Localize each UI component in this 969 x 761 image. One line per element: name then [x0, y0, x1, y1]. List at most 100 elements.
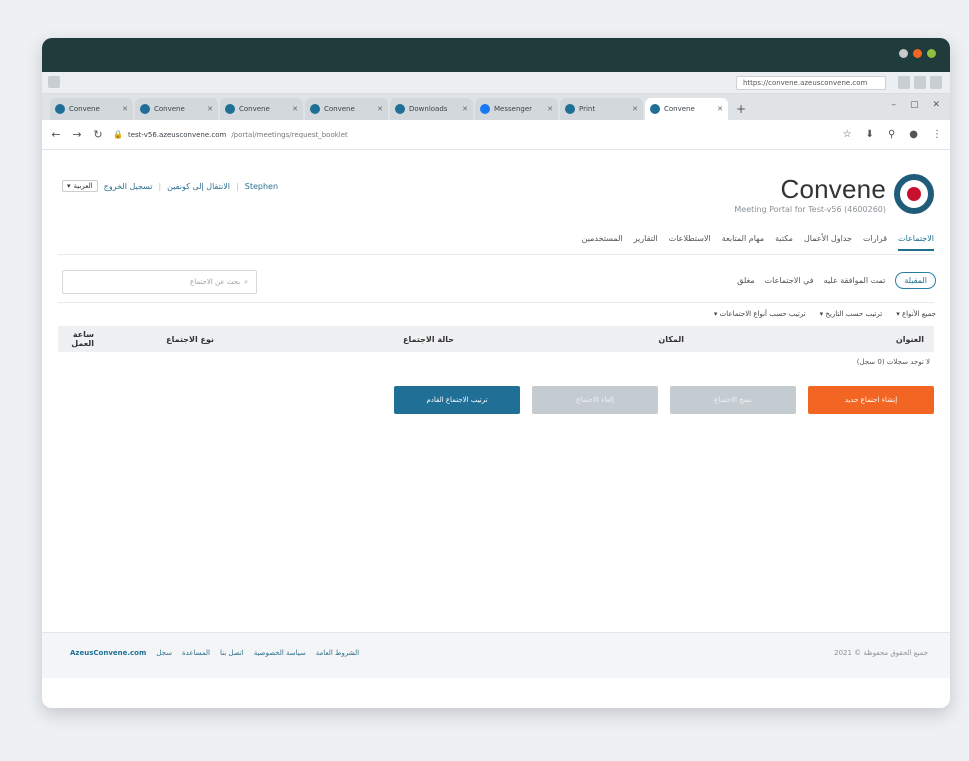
- bookmark-icon[interactable]: ☆: [843, 129, 852, 140]
- nav-item[interactable]: جداول الأعمال: [804, 234, 852, 251]
- browser-tab[interactable]: Convene ✕: [305, 98, 388, 120]
- back-icon[interactable]: ←: [50, 128, 62, 141]
- column-location[interactable]: المكان: [454, 335, 684, 344]
- lock-icon: 🔒: [113, 130, 123, 139]
- filter-sort-type[interactable]: ترتيب حسب أنواع الاجتماعات ▾: [714, 310, 806, 318]
- switch-link[interactable]: الانتقال إلى كونفين: [167, 182, 230, 191]
- download-icon: [395, 104, 405, 114]
- copy-meeting-button[interactable]: نسخ الاجتماع: [670, 386, 796, 414]
- nav-item[interactable]: المستخدمين: [582, 234, 623, 251]
- browser-tab[interactable]: Print ✕: [560, 98, 643, 120]
- filter-sort-date[interactable]: ترتيب حسب التاريخ ▾: [820, 310, 883, 318]
- profile-icon[interactable]: ●: [909, 129, 918, 140]
- divider: [58, 254, 934, 255]
- tab-approved[interactable]: تمت الموافقة عليه: [824, 276, 886, 285]
- os-button[interactable]: [898, 76, 910, 89]
- cancel-meeting-button[interactable]: إلغاء الاجتماع: [532, 386, 658, 414]
- filters: جميع الأنواع ▾ ترتيب حسب التاريخ ▾ ترتيب…: [714, 310, 936, 318]
- tab-closed[interactable]: مغلق: [737, 276, 754, 285]
- nav-item[interactable]: التقارير: [634, 234, 658, 251]
- nav-item[interactable]: مهام المتابعة: [722, 234, 764, 251]
- page-content: Stephen | الانتقال إلى كونفين | تسجيل ال…: [42, 150, 950, 678]
- tab-in-meetings[interactable]: في الاجتماعات: [765, 276, 814, 285]
- user-link[interactable]: Stephen: [245, 182, 278, 191]
- browser-tab[interactable]: Downloads ✕: [390, 98, 473, 120]
- language-value: العربية: [73, 182, 93, 190]
- footer-link[interactable]: اتصل بنا: [220, 649, 244, 657]
- nav-item-meetings[interactable]: الاجتماعات: [898, 234, 934, 251]
- tab-title: Convene: [239, 105, 270, 113]
- divider: [58, 302, 934, 303]
- column-status[interactable]: حالة الاجتماع: [214, 335, 454, 344]
- tab-title: Downloads: [409, 105, 448, 113]
- favicon-icon: [140, 104, 150, 114]
- url-field[interactable]: 🔒 test-v56.azeusconvene.com/portal/meeti…: [113, 125, 834, 145]
- filter-label: ترتيب حسب أنواع الاجتماعات: [719, 310, 806, 318]
- os-button[interactable]: [914, 76, 926, 89]
- footer-link[interactable]: المساعدة: [182, 649, 210, 657]
- sub-tabs: المقبلة تمت الموافقة عليه في الاجتماعات …: [737, 272, 936, 289]
- nav-item[interactable]: قرارات: [863, 234, 887, 251]
- close-icon[interactable]: ✕: [632, 105, 638, 113]
- new-tab-icon[interactable]: +: [736, 102, 746, 116]
- window-titlebar: [42, 38, 950, 72]
- close-icon[interactable]: ✕: [377, 105, 383, 113]
- os-button[interactable]: [930, 76, 942, 89]
- favicon-icon: [650, 104, 660, 114]
- window-control-dot[interactable]: [927, 49, 936, 58]
- column-title[interactable]: العنوان: [684, 335, 924, 344]
- close-window-icon[interactable]: ✕: [932, 100, 940, 110]
- browser-tab[interactable]: Messenger ✕: [475, 98, 558, 120]
- column-type[interactable]: نوع الاجتماع: [94, 335, 214, 344]
- browser-tab-active[interactable]: Convene ✕: [645, 98, 728, 120]
- os-bar: https://convene.azeusconvene.com: [42, 72, 950, 94]
- window-controls: [899, 49, 936, 58]
- tab-title: Convene: [664, 105, 695, 113]
- window-control-dot[interactable]: [899, 49, 908, 58]
- browser-tab[interactable]: Convene ✕: [135, 98, 218, 120]
- filter-label: ترتيب حسب التاريخ: [825, 310, 883, 318]
- menu-icon[interactable]: ⋮: [932, 129, 942, 140]
- footer-link[interactable]: سياسة الخصوصية: [254, 649, 306, 657]
- close-icon[interactable]: ✕: [292, 105, 298, 113]
- footer-link[interactable]: سجل: [156, 649, 172, 657]
- favicon-icon: [310, 104, 320, 114]
- arrange-meeting-button[interactable]: ترتيب الاجتماع القادم: [394, 386, 520, 414]
- tab-title: Messenger: [494, 105, 533, 113]
- favicon-icon: [225, 104, 235, 114]
- extension-icon[interactable]: ⬇: [866, 129, 874, 140]
- action-buttons: إنشاء اجتماع جديد نسخ الاجتماع إلغاء الا…: [394, 386, 934, 414]
- maximize-icon[interactable]: ▢: [910, 100, 919, 110]
- tab-upcoming[interactable]: المقبلة: [895, 272, 936, 289]
- nav-item[interactable]: مكتبة: [775, 234, 793, 251]
- forward-icon[interactable]: →: [71, 128, 83, 141]
- filter-icon[interactable]: ⚲: [888, 129, 895, 140]
- print-icon: [565, 104, 575, 114]
- logout-link[interactable]: تسجيل الخروج: [104, 182, 153, 191]
- reload-icon[interactable]: ↻: [92, 128, 104, 141]
- footer-copyright: جميع الحقوق محفوظة © 2021: [834, 649, 928, 657]
- browser-tab[interactable]: Convene ✕: [50, 98, 133, 120]
- window-control-dot[interactable]: [913, 49, 922, 58]
- close-icon[interactable]: ✕: [717, 105, 723, 113]
- minimize-icon[interactable]: –: [891, 100, 896, 110]
- footer-brand-link[interactable]: AzeusConvene.com: [70, 649, 146, 657]
- filter-label: جميع الأنواع: [901, 310, 936, 318]
- search-input[interactable]: بحث عن الاجتماع ⌕: [62, 270, 257, 294]
- close-icon[interactable]: ✕: [547, 105, 553, 113]
- close-icon[interactable]: ✕: [122, 105, 128, 113]
- browser-tab[interactable]: Convene ✕: [220, 98, 303, 120]
- footer: الشروط العامة سياسة الخصوصية اتصل بنا ال…: [42, 632, 950, 678]
- filter-type[interactable]: جميع الأنواع ▾: [896, 310, 936, 318]
- os-url-field[interactable]: https://convene.azeusconvene.com: [736, 76, 886, 90]
- create-meeting-button[interactable]: إنشاء اجتماع جديد: [808, 386, 934, 414]
- column-hours[interactable]: ساعة العمل: [68, 330, 94, 348]
- favicon-icon: [55, 104, 65, 114]
- nav-item[interactable]: الاستطلاعات: [669, 234, 711, 251]
- divider: |: [158, 181, 162, 191]
- close-icon[interactable]: ✕: [462, 105, 468, 113]
- footer-link[interactable]: الشروط العامة: [316, 649, 359, 657]
- convene-logo-icon[interactable]: [894, 174, 934, 214]
- language-select[interactable]: العربية ▾: [62, 180, 98, 192]
- close-icon[interactable]: ✕: [207, 105, 213, 113]
